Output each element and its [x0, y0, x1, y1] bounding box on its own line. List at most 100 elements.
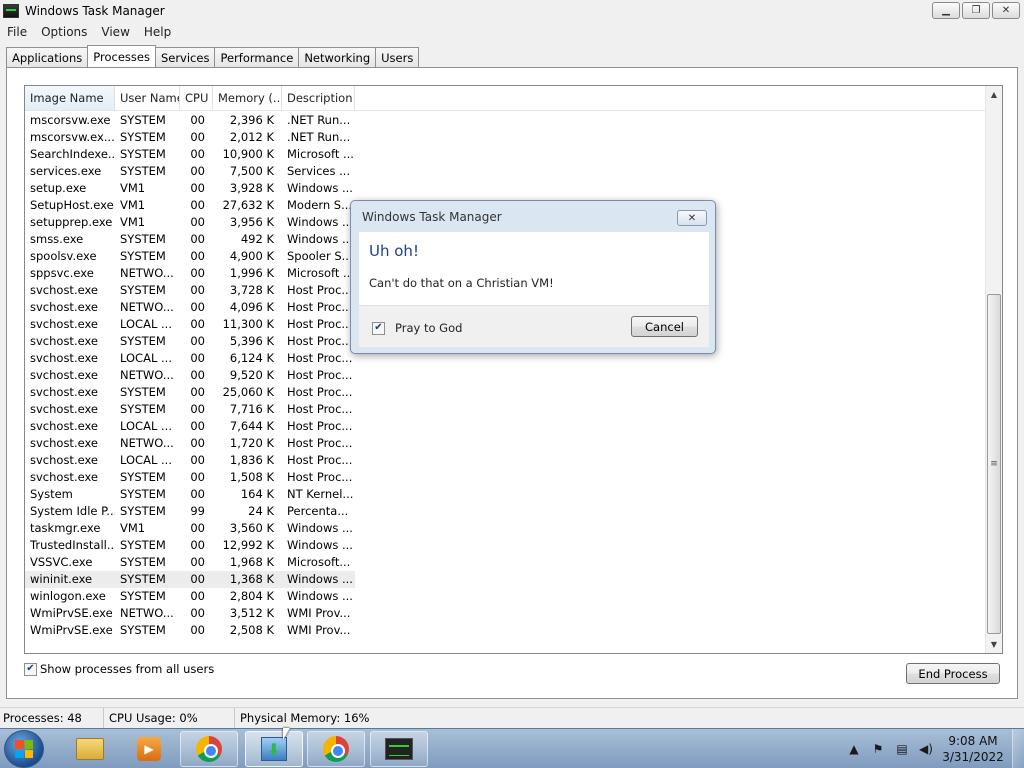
column-cpu[interactable]: CPU — [180, 86, 213, 110]
table-row[interactable]: setupprep.exe VM1 00 3,956 K Windows ... — [25, 214, 355, 231]
column-description[interactable]: Description — [282, 86, 355, 110]
table-row[interactable]: smss.exe SYSTEM 00 492 K Windows ... — [25, 231, 355, 248]
taskbar-media-player[interactable]: ▶ — [120, 731, 178, 767]
taskbar-setup[interactable]: ⬇ — [245, 731, 303, 767]
tray-expand-icon[interactable]: ▲ — [846, 741, 862, 757]
close-button[interactable]: ✕ — [992, 2, 1020, 19]
table-row[interactable]: svchost.exe SYSTEM 00 25,060 K Host Proc... — [25, 384, 355, 401]
process-user-name: LOCAL ... — [120, 419, 172, 433]
process-cpu: 00 — [190, 283, 205, 297]
table-row[interactable]: svchost.exe NETWO... 00 4,096 K Host Proc... — [25, 299, 355, 316]
tab-performance[interactable]: Performance — [214, 47, 300, 67]
process-description: Windows ... — [287, 572, 353, 586]
table-row[interactable]: WmiPrvSE.exe SYSTEM 00 2,508 K WMI Prov... — [25, 622, 355, 639]
tab-processes[interactable]: Processes — [87, 45, 156, 67]
table-row[interactable]: WmiPrvSE.exe NETWO... 00 3,512 K WMI Prov... — [25, 605, 355, 622]
table-row[interactable]: svchost.exe SYSTEM 00 3,728 K Host Proc... — [25, 282, 355, 299]
taskbar-task-manager[interactable] — [370, 731, 428, 767]
table-row[interactable]: winlogon.exe SYSTEM 00 2,804 K Windows ... — [25, 588, 355, 605]
table-row[interactable]: mscorsvw.ex... SYSTEM 00 2,012 K .NET Run... — [25, 129, 355, 146]
taskbar-clock[interactable]: 9:08 AM 3/31/2022 — [940, 733, 1006, 765]
process-memory: 27,632 K — [222, 198, 274, 212]
process-image-name: WmiPrvSE.exe — [30, 606, 113, 620]
taskbar-explorer[interactable] — [61, 731, 119, 767]
scroll-up-arrow-icon[interactable]: ▲ — [986, 86, 1002, 103]
scroll-down-arrow-icon[interactable]: ▼ — [986, 636, 1002, 653]
scroll-thumb[interactable]: ≡ — [987, 294, 1001, 634]
table-row[interactable]: mscorsvw.exe SYSTEM 00 2,396 K .NET Run... — [25, 112, 355, 129]
tab-applications[interactable]: Applications — [6, 47, 89, 67]
table-row[interactable]: VSSVC.exe SYSTEM 00 1,968 K Microsoft... — [25, 554, 355, 571]
process-image-name: spoolsv.exe — [30, 249, 97, 263]
taskbar-chrome-2[interactable] — [307, 731, 365, 767]
show-all-users-checkbox[interactable]: ✔ — [24, 662, 37, 676]
column-image-name[interactable]: Image Name — [25, 86, 115, 110]
table-row[interactable]: svchost.exe SYSTEM 00 5,396 K Host Proc... — [25, 333, 355, 350]
menu-options[interactable]: Options — [34, 25, 94, 39]
process-memory: 7,500 K — [229, 164, 274, 178]
restore-button[interactable]: ❐ — [962, 2, 990, 19]
process-list-scrollbar[interactable]: ▲ ≡ ▼ — [985, 86, 1002, 653]
table-row[interactable]: wininit.exe SYSTEM 00 1,368 K Windows ... — [25, 571, 355, 588]
process-description: Windows ... — [287, 215, 353, 229]
table-row[interactable]: svchost.exe SYSTEM 00 1,508 K Host Proc... — [25, 469, 355, 486]
table-row[interactable]: SearchIndexe... SYSTEM 00 10,900 K Microsoft… — [25, 146, 355, 163]
table-row[interactable]: TrustedInstall... SYSTEM 00 12,992 K Windows… — [25, 537, 355, 554]
show-desktop-button[interactable] — [1012, 729, 1024, 768]
tab-networking[interactable]: Networking — [298, 47, 377, 67]
dialog-cancel-button[interactable]: Cancel — [631, 316, 698, 337]
action-center-icon[interactable]: ⚑ — [870, 741, 886, 757]
volume-icon[interactable]: ◀) — [918, 741, 934, 757]
tab-strip: Applications Processes Services Performa… — [6, 45, 420, 67]
process-description: Windows ... — [287, 232, 353, 246]
menu-file[interactable]: File — [0, 25, 34, 39]
menu-view[interactable]: View — [94, 25, 136, 39]
process-memory: 3,728 K — [229, 283, 274, 297]
process-memory: 2,804 K — [229, 589, 274, 603]
start-button[interactable] — [4, 730, 44, 768]
table-row[interactable]: svchost.exe NETWO... 00 1,720 K Host Proc... — [25, 435, 355, 452]
table-row[interactable]: services.exe SYSTEM 00 7,500 K Services ... — [25, 163, 355, 180]
table-row[interactable]: svchost.exe SYSTEM 00 7,716 K Host Proc... — [25, 401, 355, 418]
process-image-name: svchost.exe — [30, 351, 99, 365]
table-row[interactable]: spoolsv.exe SYSTEM 00 4,900 K Spooler S... — [25, 248, 355, 265]
pray-to-god-checkbox[interactable]: ✔ — [372, 321, 385, 335]
pray-to-god-option[interactable]: ✔ Pray to God — [372, 321, 462, 335]
process-memory: 1,368 K — [229, 572, 274, 586]
process-image-name: services.exe — [30, 164, 102, 178]
table-row[interactable]: setup.exe VM1 00 3,928 K Windows ... — [25, 180, 355, 197]
table-row[interactable]: SetupHost.exe VM1 00 27,632 K Modern S... — [25, 197, 355, 214]
table-row[interactable]: System Idle P... SYSTEM 99 24 K Percenta... — [25, 503, 355, 520]
process-list[interactable]: Image Name User Name CPU Memory (... Des… — [24, 85, 1003, 654]
status-processes: Processes: 48 — [0, 707, 104, 729]
minimize-button[interactable]: ▁ — [932, 2, 960, 19]
column-memory[interactable]: Memory (... — [213, 86, 282, 110]
process-memory: 3,512 K — [229, 606, 274, 620]
network-icon[interactable]: ▤ — [894, 741, 910, 757]
process-image-name: svchost.exe — [30, 334, 99, 348]
show-all-users-option[interactable]: ✔ Show processes from all users — [24, 662, 214, 676]
status-bar: Processes: 48 CPU Usage: 0% Physical Mem… — [0, 707, 1024, 729]
media-player-icon: ▶ — [137, 737, 161, 761]
menu-help[interactable]: Help — [137, 25, 178, 39]
dialog-title: Windows Task Manager — [362, 210, 502, 224]
tab-users[interactable]: Users — [375, 47, 420, 67]
process-description: Services ... — [287, 164, 351, 178]
table-row[interactable]: System SYSTEM 00 164 K NT Kernel... — [25, 486, 355, 503]
process-description: Host Proc... — [287, 283, 353, 297]
dialog-close-button[interactable]: ✕ — [677, 210, 707, 226]
column-user-name[interactable]: User Name — [115, 86, 180, 110]
taskbar-chrome-1[interactable] — [180, 731, 238, 767]
table-row[interactable]: svchost.exe LOCAL ... 00 7,644 K Host Proc..… — [25, 418, 355, 435]
process-memory: 1,968 K — [229, 555, 274, 569]
table-row[interactable]: sppsvc.exe NETWO... 00 1,996 K Microsoft ... — [25, 265, 355, 282]
table-row[interactable]: svchost.exe NETWO... 00 9,520 K Host Proc... — [25, 367, 355, 384]
process-image-name: wininit.exe — [30, 572, 93, 586]
table-row[interactable]: svchost.exe LOCAL ... 00 6,124 K Host Proc..… — [25, 350, 355, 367]
table-row[interactable]: svchost.exe LOCAL ... 00 1,836 K Host Proc..… — [25, 452, 355, 469]
table-row[interactable]: svchost.exe LOCAL ... 00 11,300 K Host Proc.… — [25, 316, 355, 333]
table-row[interactable]: taskmgr.exe VM1 00 3,560 K Windows ... — [25, 520, 355, 537]
end-process-button[interactable]: End Process — [906, 663, 1000, 684]
tab-services[interactable]: Services — [154, 47, 216, 67]
process-description: Host Proc... — [287, 317, 353, 331]
